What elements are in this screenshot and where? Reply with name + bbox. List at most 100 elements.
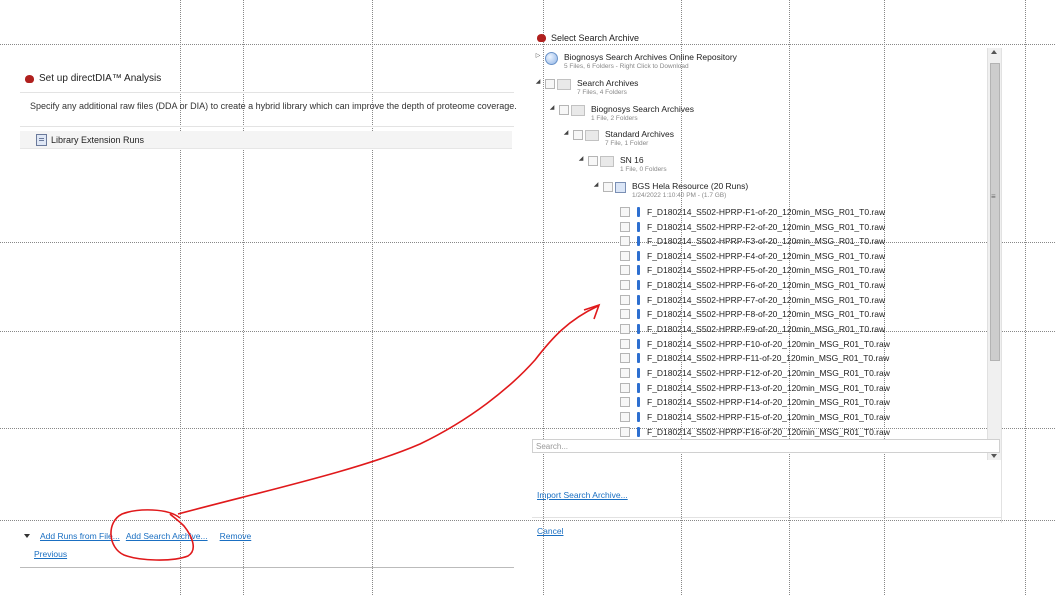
expanded-arrow-icon[interactable]: ◢ xyxy=(534,78,542,87)
dialog-title: Select Search Archive xyxy=(551,33,640,43)
file-checkbox[interactable] xyxy=(620,236,630,246)
file-row[interactable]: F_D180214_S502-HPRP-F4-of-20_120min_MSG_… xyxy=(620,251,885,261)
expanded-arrow-icon[interactable]: ◢ xyxy=(592,181,600,190)
node-checkbox[interactable] xyxy=(603,182,613,192)
folder-icon xyxy=(600,156,614,167)
file-checkbox[interactable] xyxy=(620,383,630,393)
file-checkbox[interactable] xyxy=(620,368,630,378)
file-row[interactable]: F_D180214_S502-HPRP-F3-of-20_120min_MSG_… xyxy=(620,236,885,246)
node-name: BGS Hela Resource (20 Runs) xyxy=(632,181,749,191)
file-name: F_D180214_S502-HPRP-F6-of-20_120min_MSG_… xyxy=(647,280,886,290)
tree-scrollbar[interactable]: ≡ xyxy=(987,48,1001,460)
raw-file-icon xyxy=(637,236,640,246)
previous-link[interactable]: Previous xyxy=(34,549,67,559)
tree-node-sn16[interactable]: ◢ SN 16 1 File, 0 Folders xyxy=(577,155,667,174)
setup-title: Set up directDIA™ Analysis xyxy=(39,73,162,84)
file-row[interactable]: F_D180214_S502-HPRP-F13-of-20_120min_MSG… xyxy=(620,383,890,393)
chevron-right-icon[interactable]: ▷ xyxy=(534,52,542,61)
node-subtitle: 5 Files, 6 Folders - Right Click to Down… xyxy=(564,63,689,70)
archive-search-input[interactable] xyxy=(532,439,1000,453)
divider xyxy=(20,126,514,127)
file-checkbox[interactable] xyxy=(620,397,630,407)
file-checkbox[interactable] xyxy=(620,265,630,275)
grid-line xyxy=(1025,0,1026,595)
file-checkbox[interactable] xyxy=(620,412,630,422)
scrollbar-thumb[interactable] xyxy=(990,63,1000,361)
tree-node-online-repository[interactable]: ▷ Biognosys Search Archives Online Repos… xyxy=(534,52,737,71)
file-row[interactable]: F_D180214_S502-HPRP-F6-of-20_120min_MSG_… xyxy=(620,280,885,290)
raw-file-icon xyxy=(637,295,640,305)
setup-description: Specify any additional raw files (DDA or… xyxy=(30,101,517,111)
raw-file-icon xyxy=(637,368,640,378)
node-name: Biognosys Search Archives xyxy=(591,104,694,114)
file-row[interactable]: F_D180214_S502-HPRP-F16-of-20_120min_MSG… xyxy=(620,427,890,437)
file-row[interactable]: F_D180214_S502-HPRP-F5-of-20_120min_MSG_… xyxy=(620,265,885,275)
file-name: F_D180214_S502-HPRP-F15-of-20_120min_MSG… xyxy=(647,412,890,422)
tree-node-standard-archives[interactable]: ◢ Standard Archives 7 File, 1 Folder xyxy=(562,129,674,148)
globe-icon xyxy=(545,52,558,65)
file-name: F_D180214_S502-HPRP-F2-of-20_120min_MSG_… xyxy=(647,222,886,232)
file-checkbox[interactable] xyxy=(620,280,630,290)
archive-tree[interactable]: ▷ Biognosys Search Archives Online Repos… xyxy=(532,48,987,460)
cancel-link[interactable]: Cancel xyxy=(537,526,563,536)
add-search-archive-link[interactable]: Add Search Archive... xyxy=(126,531,208,541)
file-name: F_D180214_S502-HPRP-F14-of-20_120min_MSG… xyxy=(647,397,890,407)
tree-node-bgs-hela-resource[interactable]: ◢ BGS Hela Resource (20 Runs) 1/24/2022 … xyxy=(592,181,749,200)
raw-file-icon xyxy=(637,207,640,217)
dialog-title-row: Select Search Archive xyxy=(537,33,639,43)
file-checkbox[interactable] xyxy=(620,207,630,217)
expanded-arrow-icon[interactable]: ◢ xyxy=(577,155,585,164)
file-checkbox[interactable] xyxy=(620,222,630,232)
node-checkbox[interactable] xyxy=(588,156,598,166)
file-row[interactable]: F_D180214_S502-HPRP-F8-of-20_120min_MSG_… xyxy=(620,309,885,319)
add-runs-from-file-link[interactable]: Add Runs from File... xyxy=(40,531,120,541)
file-name: F_D180214_S502-HPRP-F7-of-20_120min_MSG_… xyxy=(647,295,886,305)
library-extension-runs-label: Library Extension Runs xyxy=(51,134,145,145)
node-name: Biognosys Search Archives Online Reposit… xyxy=(564,52,737,62)
spectronaut-icon xyxy=(25,74,34,83)
node-checkbox[interactable] xyxy=(573,130,583,140)
file-name: F_D180214_S502-HPRP-F4-of-20_120min_MSG_… xyxy=(647,251,886,261)
scroll-up-icon[interactable] xyxy=(991,50,997,54)
file-name: F_D180214_S502-HPRP-F13-of-20_120min_MSG… xyxy=(647,383,890,393)
file-checkbox[interactable] xyxy=(620,309,630,319)
directdia-setup-panel: Set up directDIA™ Analysis Specify any a… xyxy=(20,60,517,570)
raw-file-icon xyxy=(637,412,640,422)
node-subtitle: 1/24/2022 1:10:40 PM - (1.7 GB) xyxy=(632,192,727,199)
import-search-archive-link[interactable]: Import Search Archive... xyxy=(537,490,628,500)
divider xyxy=(20,92,514,93)
file-checkbox[interactable] xyxy=(620,339,630,349)
remove-link[interactable]: Remove xyxy=(220,531,252,541)
node-checkbox[interactable] xyxy=(559,105,569,115)
file-row[interactable]: F_D180214_S502-HPRP-F12-of-20_120min_MSG… xyxy=(620,368,890,378)
raw-file-icon xyxy=(637,222,640,232)
library-extension-runs-header[interactable]: Library Extension Runs xyxy=(20,131,512,149)
file-name: F_D180214_S502-HPRP-F10-of-20_120min_MSG… xyxy=(647,339,890,349)
file-name: F_D180214_S502-HPRP-F8-of-20_120min_MSG_… xyxy=(647,309,886,319)
node-name: Search Archives xyxy=(577,78,639,88)
file-name: F_D180214_S502-HPRP-F5-of-20_120min_MSG_… xyxy=(647,265,886,275)
file-row[interactable]: F_D180214_S502-HPRP-F7-of-20_120min_MSG_… xyxy=(620,295,885,305)
file-row[interactable]: F_D180214_S502-HPRP-F1-of-20_120min_MSG_… xyxy=(620,207,885,217)
file-row[interactable]: F_D180214_S502-HPRP-F2-of-20_120min_MSG_… xyxy=(620,222,885,232)
file-name: F_D180214_S502-HPRP-F11-of-20_120min_MSG… xyxy=(647,353,890,363)
file-row[interactable]: F_D180214_S502-HPRP-F11-of-20_120min_MSG… xyxy=(620,353,889,363)
node-checkbox[interactable] xyxy=(545,79,555,89)
file-checkbox[interactable] xyxy=(620,251,630,261)
file-row[interactable]: F_D180214_S502-HPRP-F14-of-20_120min_MSG… xyxy=(620,397,890,407)
file-row[interactable]: F_D180214_S502-HPRP-F15-of-20_120min_MSG… xyxy=(620,412,890,422)
tree-node-biognosys-search-archives[interactable]: ◢ Biognosys Search Archives 1 File, 2 Fo… xyxy=(548,104,694,123)
file-checkbox[interactable] xyxy=(620,427,630,437)
chevron-down-icon[interactable] xyxy=(24,534,30,538)
expanded-arrow-icon[interactable]: ◢ xyxy=(562,129,570,138)
scroll-down-icon[interactable] xyxy=(991,454,997,458)
file-name: F_D180214_S502-HPRP-F3-of-20_120min_MSG_… xyxy=(647,236,886,246)
folder-icon xyxy=(557,79,571,90)
tree-node-search-archives[interactable]: ◢ Search Archives 7 Files, 4 Folders xyxy=(534,78,639,97)
file-row[interactable]: F_D180214_S502-HPRP-F10-of-20_120min_MSG… xyxy=(620,339,890,349)
file-checkbox[interactable] xyxy=(620,353,630,363)
file-checkbox[interactable] xyxy=(620,295,630,305)
expanded-arrow-icon[interactable]: ◢ xyxy=(548,104,556,113)
file-row[interactable]: F_D180214_S502-HPRP-F9-of-20_120min_MSG_… xyxy=(620,324,885,334)
file-checkbox[interactable] xyxy=(620,324,630,334)
